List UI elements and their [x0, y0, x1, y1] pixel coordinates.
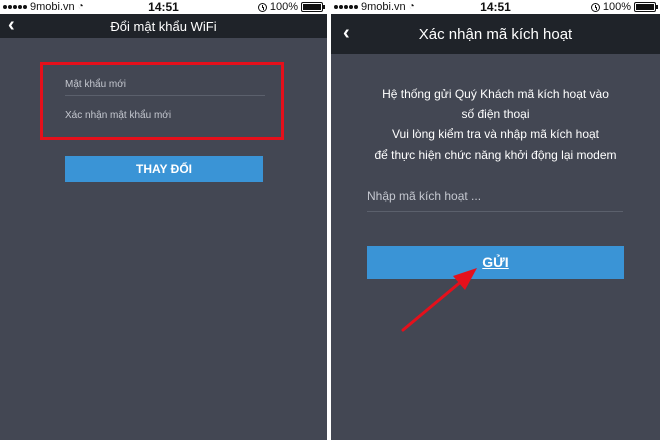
status-right: 100%	[257, 1, 325, 13]
battery-icon	[301, 2, 325, 12]
info-text-line: Vui lòng kiểm tra và nhập mã kích hoạt	[392, 127, 599, 141]
battery-percent: 100%	[269, 1, 298, 13]
info-text-line: Hệ thống gửi Quý Khách mã kích hoạt vào	[382, 87, 609, 101]
info-text-line: số điện thoại	[461, 107, 530, 121]
red-arrow-icon	[401, 268, 477, 332]
clock-icon	[590, 2, 600, 12]
clock-icon	[257, 2, 267, 12]
header-bar: ‹ Xác nhận mã kích hoạt	[331, 14, 660, 54]
new-password-field[interactable]: Mật khẩu mới	[65, 74, 265, 96]
page-title: Xác nhận mã kích hoạt	[418, 26, 573, 43]
right-screen: 9mobi.vn ◔ 14:51 100% ‹ Xác nhận mã kích…	[331, 0, 660, 440]
status-right: 100%	[590, 1, 658, 13]
battery-icon	[634, 2, 658, 12]
status-bar: 9mobi.vn ◔ 14:51 100%	[0, 0, 327, 14]
confirm-password-field[interactable]: Xác nhận mật khẩu mới	[65, 105, 265, 127]
status-bar: 9mobi.vn ◔ 14:51 100%	[331, 0, 660, 14]
info-text-line: để thực hiện chức năng khởi động lại mod…	[374, 148, 617, 162]
activation-code-field[interactable]: Nhập mã kích hoạt ...	[367, 184, 623, 212]
send-button[interactable]: GỬI	[367, 246, 624, 279]
left-screen: 9mobi.vn ◔ 14:51 100% ‹ Đổi mật khẩu WiF…	[0, 0, 327, 440]
change-button[interactable]: THAY ĐỔI	[65, 156, 263, 182]
header-bar: ‹ Đổi mật khẩu WiFi	[0, 14, 327, 38]
battery-percent: 100%	[602, 1, 631, 13]
page-title: Đổi mật khẩu WiFi	[110, 19, 217, 34]
